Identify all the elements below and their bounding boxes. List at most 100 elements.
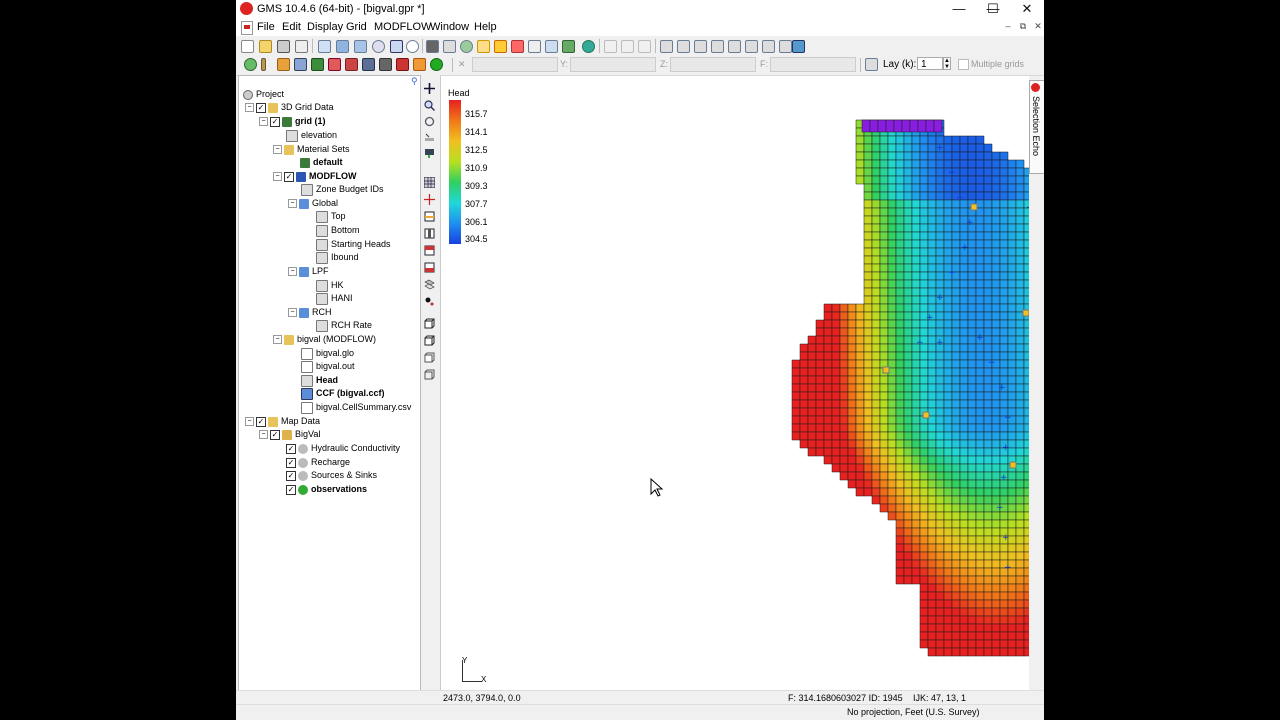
grid-display-icon[interactable] (545, 40, 558, 53)
menu-edit[interactable]: Edit (282, 21, 301, 33)
collapse-icon[interactable]: − (245, 417, 254, 427)
collapse-icon[interactable]: − (288, 308, 297, 318)
graphics-window[interactable]: +++++++++++++++++++++ (441, 76, 1044, 690)
visibility-checkbox[interactable]: ✓ (286, 457, 296, 468)
tree-item-recharge[interactable]: ✓ Recharge (286, 456, 350, 469)
mdi-restore-button[interactable]: ⧉ (1017, 21, 1029, 32)
collapse-icon[interactable]: − (273, 335, 282, 345)
tree-item-global[interactable]: − Global (288, 197, 338, 210)
tin-module-icon[interactable] (294, 58, 307, 71)
visibility-checkbox[interactable]: ✓ (286, 443, 296, 454)
tree-item-project[interactable]: Project (243, 88, 284, 101)
observation-point[interactable] (1009, 461, 1017, 469)
tree-item-lpf[interactable]: − LPF (288, 265, 329, 278)
tree-item-cellsummary[interactable]: bigval.CellSummary.csv (301, 401, 411, 414)
cube-tool-icon[interactable] (424, 335, 435, 346)
layer-input[interactable]: 1 (917, 57, 943, 70)
layer-refresh-icon[interactable] (865, 58, 878, 71)
print-icon[interactable] (295, 40, 308, 53)
maximize-button[interactable]: ☐ (976, 0, 1010, 18)
tree-item-bigval-glo[interactable]: bigval.glo (301, 347, 354, 360)
map-icon[interactable] (562, 40, 575, 53)
tree-item-3d-grid-data[interactable]: − ✓ 3D Grid Data (245, 101, 334, 114)
observation-point[interactable] (1022, 309, 1030, 317)
view-3d-icon[interactable] (336, 40, 349, 53)
star-module-icon[interactable] (413, 58, 426, 71)
color-ramp-icon[interactable] (511, 40, 524, 53)
rotate-tool-icon[interactable] (424, 116, 435, 127)
observation-point[interactable] (970, 203, 978, 211)
open-icon[interactable] (259, 40, 272, 53)
tree-item-elevation[interactable]: elevation (286, 129, 337, 142)
visibility-checkbox[interactable]: ✓ (256, 416, 266, 427)
tree-item-bottom[interactable]: Bottom (316, 224, 360, 237)
select-row-tool-icon[interactable] (424, 262, 435, 273)
tree-item-default[interactable]: default (300, 156, 343, 169)
map-module-icon[interactable] (430, 58, 443, 71)
visibility-checkbox[interactable]: ✓ (284, 171, 294, 182)
globe-icon[interactable] (582, 40, 595, 53)
tree-item-sources-sinks[interactable]: ✓ Sources & Sinks (286, 469, 377, 482)
visibility-checkbox[interactable]: ✓ (270, 116, 280, 127)
collapse-icon[interactable]: − (273, 172, 282, 182)
tree-item-top[interactable]: Top (316, 210, 346, 223)
collapse-icon[interactable]: − (273, 145, 282, 155)
tree-item-hydraulic[interactable]: ✓ Hydraulic Conductivity (286, 442, 400, 455)
minimize-button[interactable]: — (942, 0, 976, 18)
solid-module-icon[interactable] (277, 58, 290, 71)
tree-item-material-sets[interactable]: − Material Sets (273, 143, 350, 156)
cube-tool-icon[interactable] (424, 352, 435, 363)
collapse-icon[interactable]: − (259, 117, 268, 127)
menu-file[interactable]: File (257, 21, 275, 33)
visibility-checkbox[interactable]: ✓ (270, 429, 280, 440)
observation-point[interactable] (882, 366, 890, 374)
select-layer-tool-icon[interactable] (424, 228, 435, 239)
tool-icon[interactable] (762, 40, 775, 53)
grid-3d-module-icon[interactable] (362, 58, 375, 71)
contour-options-icon[interactable] (494, 40, 507, 53)
select-cells-tool-icon[interactable] (424, 177, 435, 188)
pin-icon[interactable]: ⚲ (411, 76, 418, 87)
select-cross-section-tool-icon[interactable] (424, 279, 435, 290)
tool-icon[interactable] (711, 40, 724, 53)
measure-tool-icon[interactable] (424, 132, 435, 143)
tree-item-starting-heads[interactable]: Starting Heads (316, 238, 391, 251)
zoom-icon[interactable] (406, 40, 419, 53)
light-icon[interactable] (477, 40, 490, 53)
rotate-icon[interactable] (372, 40, 385, 53)
collapse-icon[interactable]: − (245, 103, 254, 113)
mesh-module-icon[interactable] (244, 58, 257, 71)
tree-item-bigval-coverage[interactable]: − ✓ BigVal (259, 428, 320, 441)
multiple-grids-checkbox[interactable] (958, 59, 969, 70)
borehole-module-icon[interactable] (261, 58, 266, 71)
select-ij-tool-icon[interactable] (424, 211, 435, 222)
tree-item-hani[interactable]: HANI (316, 292, 353, 305)
menu-display[interactable]: Display (307, 21, 343, 33)
select-node-tool-icon[interactable] (424, 194, 435, 205)
annotation-tool-icon[interactable] (424, 148, 435, 159)
tree-item-bigval-modflow[interactable]: − bigval (MODFLOW) (273, 333, 376, 346)
tree-item-hk[interactable]: HK (316, 279, 344, 292)
tool-icon[interactable] (694, 40, 707, 53)
tool-icon[interactable] (660, 40, 673, 53)
mdi-minimize-button[interactable]: – (1002, 21, 1014, 31)
new-icon[interactable] (241, 40, 254, 53)
tool-icon[interactable] (779, 40, 792, 53)
visibility-checkbox[interactable]: ✓ (256, 102, 266, 113)
tree-item-ccf[interactable]: CCF (bigval.ccf) (301, 387, 385, 400)
layers-icon[interactable] (443, 40, 456, 53)
tool-icon[interactable] (745, 40, 758, 53)
grid-module-icon[interactable] (311, 58, 324, 71)
view-plan-icon[interactable] (354, 40, 367, 53)
mdi-close-button[interactable]: ✕ (1032, 21, 1044, 32)
select-point-tool-icon[interactable] (424, 296, 435, 307)
observation-point[interactable] (922, 411, 930, 419)
tree-item-grid[interactable]: − ✓ grid (1) (259, 115, 326, 128)
close-button[interactable]: ✕ (1010, 0, 1044, 18)
tree-item-rch[interactable]: − RCH (288, 306, 332, 319)
refresh-icon[interactable] (460, 40, 473, 53)
menu-modflow[interactable]: MODFLOW (374, 21, 431, 33)
menu-help[interactable]: Help (474, 21, 497, 33)
scatter-module-icon[interactable] (328, 58, 341, 71)
sample-module-icon[interactable] (396, 58, 409, 71)
